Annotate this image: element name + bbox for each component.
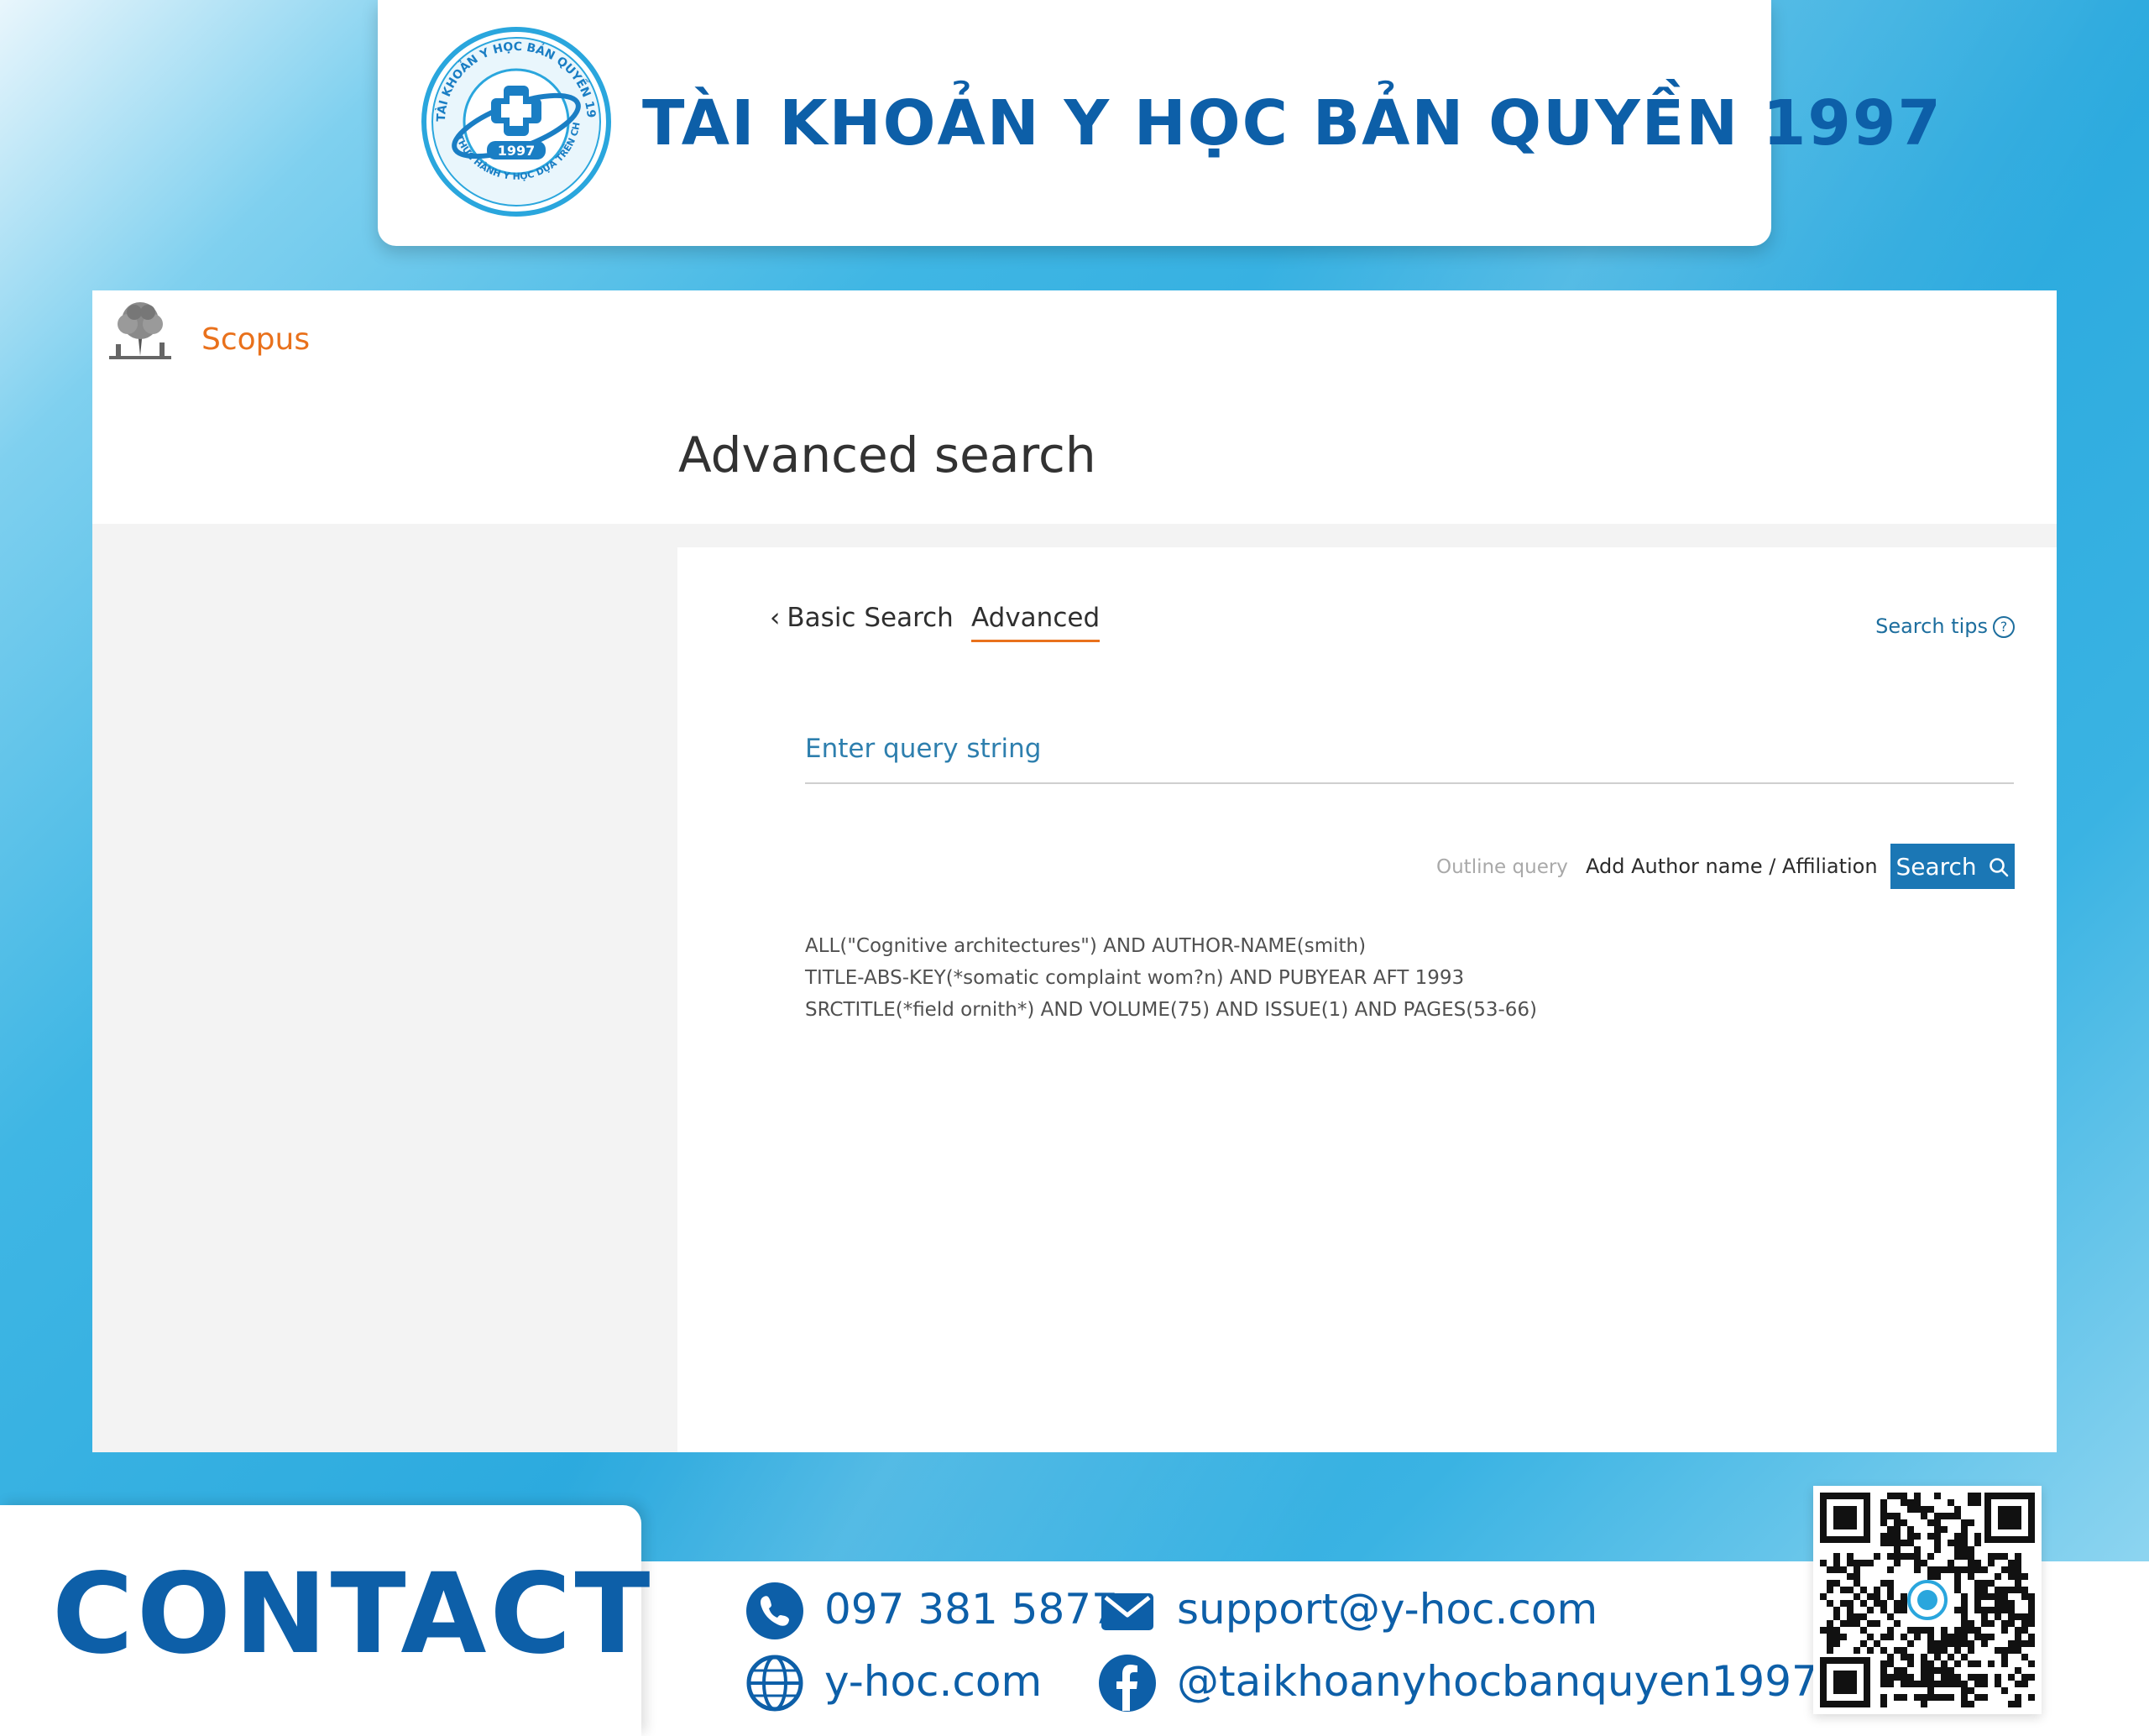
logo-seal: TÀI KHOẢN Y HỌC BẢN QUYỀN 1997 THỰC HÀNH… (416, 15, 613, 218)
header-banner: TÀI KHOẢN Y HỌC BẢN QUYỀN 1997 THỰC HÀNH… (378, 0, 1941, 246)
example-query: SRCTITLE(*field ornith*) AND VOLUME(75) … (805, 999, 1538, 1021)
search-icon (1989, 857, 2008, 876)
tab-basic-search[interactable]: ‹ Basic Search (770, 603, 954, 633)
tab-basic-search-label: Basic Search (787, 603, 954, 633)
scopus-brand[interactable]: Scopus (201, 322, 310, 357)
contact-phone[interactable]: 097 381 5877 (824, 1585, 1118, 1634)
page-title: Advanced search (678, 426, 1096, 484)
search-tips-link[interactable]: Search tips? (1875, 614, 2015, 638)
query-string-input[interactable] (805, 715, 2014, 784)
contact-facebook[interactable]: @taikhoanyhocbanquyen1997 (1177, 1657, 1818, 1706)
contact-title: CONTACT (52, 1550, 654, 1679)
tab-advanced[interactable]: Advanced (971, 603, 1101, 642)
search-button[interactable]: Search (1890, 844, 2015, 889)
phone-icon (745, 1582, 804, 1640)
example-query: ALL("Cognitive architectures") AND AUTHO… (805, 935, 1367, 957)
contact-email[interactable]: support@y-hoc.com (1177, 1585, 1597, 1634)
chevron-left-icon: ‹ (770, 603, 781, 633)
contact-website[interactable]: y-hoc.com (824, 1657, 1042, 1706)
question-circle-icon: ? (1993, 616, 2015, 638)
outline-query-button[interactable]: Outline query (1436, 856, 1568, 878)
banner-title: TÀI KHOẢN Y HỌC BẢN QUYỀN 1997 (642, 87, 1942, 159)
example-query: TITLE-ABS-KEY(*somatic complaint wom?n) … (805, 967, 1465, 989)
facebook-icon (1098, 1654, 1157, 1712)
email-icon (1098, 1582, 1157, 1640)
elsevier-tree-icon[interactable] (104, 297, 176, 364)
qr-code[interactable] (1813, 1486, 2042, 1714)
globe-icon (745, 1654, 804, 1712)
add-author-affiliation-button[interactable]: Add Author name / Affiliation (1586, 855, 1878, 878)
scopus-screenshot: Scopus Advanced search ‹ Basic Search Adv… (92, 290, 2057, 1452)
scopus-header: Scopus Advanced search (92, 290, 2057, 524)
search-tips-label: Search tips (1875, 614, 1988, 638)
search-button-label: Search (1895, 852, 1977, 881)
search-card: ‹Basic Search Advanced Search tips? Outl… (677, 547, 2057, 1452)
logo-year: 1997 (498, 143, 536, 159)
example-queries: ALL("Cognitive architectures") AND AUTHO… (805, 930, 1537, 1026)
